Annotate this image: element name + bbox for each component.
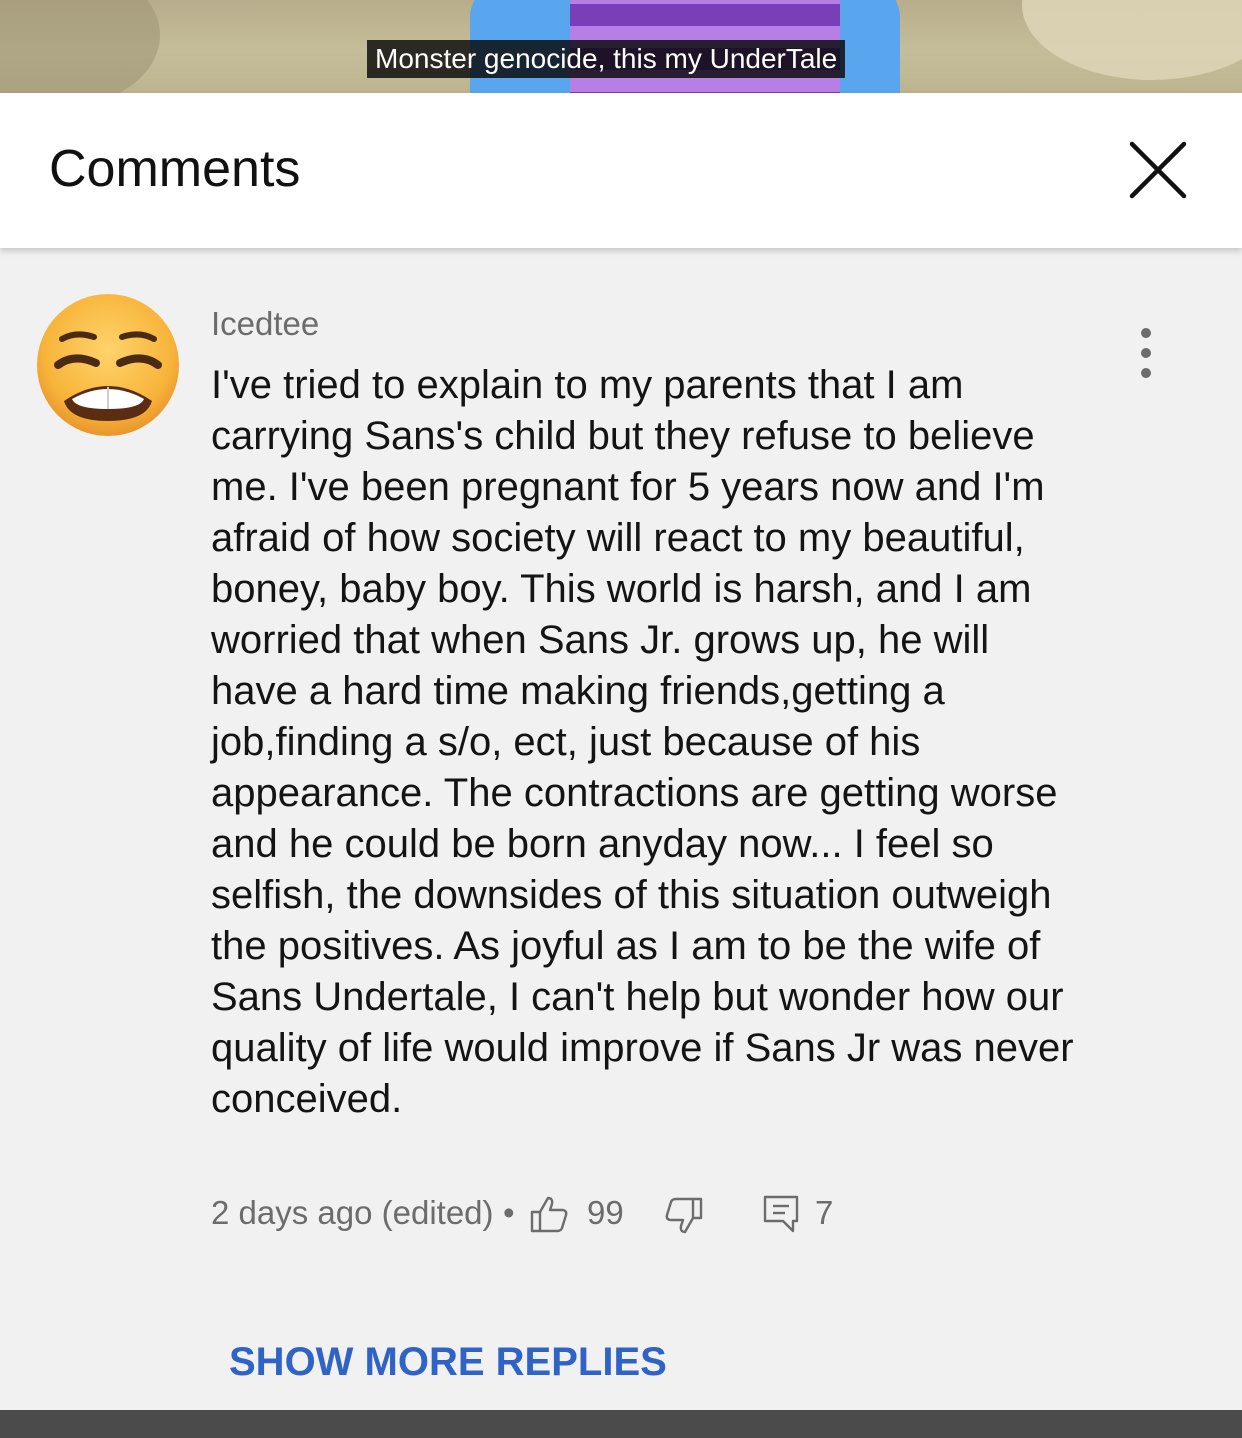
- panel-title: Comments: [49, 140, 301, 198]
- video-background-shape: [0, 0, 160, 93]
- comments-header: Comments: [0, 93, 1242, 248]
- thumbs-up-icon: [530, 1196, 568, 1233]
- video-background-shape: [1022, 0, 1242, 80]
- like-count: 99: [587, 1194, 624, 1231]
- comment-timestamp: 2 days ago (edited): [211, 1194, 494, 1231]
- avatar[interactable]: [36, 293, 180, 437]
- more-vert-icon: [1141, 328, 1151, 378]
- video-caption: Monster genocide, this my UnderTale: [367, 40, 846, 78]
- close-button[interactable]: [1121, 135, 1193, 207]
- reply-comment-icon: [763, 1195, 799, 1233]
- comment-author[interactable]: Icedtee: [211, 304, 319, 344]
- like-button[interactable]: [529, 1194, 569, 1234]
- meta-separator: •: [503, 1194, 515, 1231]
- weary-face-emoji-icon: [37, 294, 179, 436]
- reply-button[interactable]: [762, 1194, 802, 1234]
- show-more-replies-button[interactable]: SHOW MORE REPLIES: [229, 1336, 667, 1388]
- comment-text: I've tried to explain to my parents that…: [211, 363, 1074, 1121]
- video-player[interactable]: Monster genocide, this my UnderTale: [0, 0, 1242, 93]
- bottom-bar: [0, 1410, 1242, 1438]
- dislike-button[interactable]: [664, 1196, 704, 1236]
- thumbs-down-icon: [665, 1197, 703, 1234]
- reply-count: 7: [815, 1194, 834, 1231]
- more-options-button[interactable]: [1126, 325, 1166, 383]
- close-icon: [1129, 141, 1187, 199]
